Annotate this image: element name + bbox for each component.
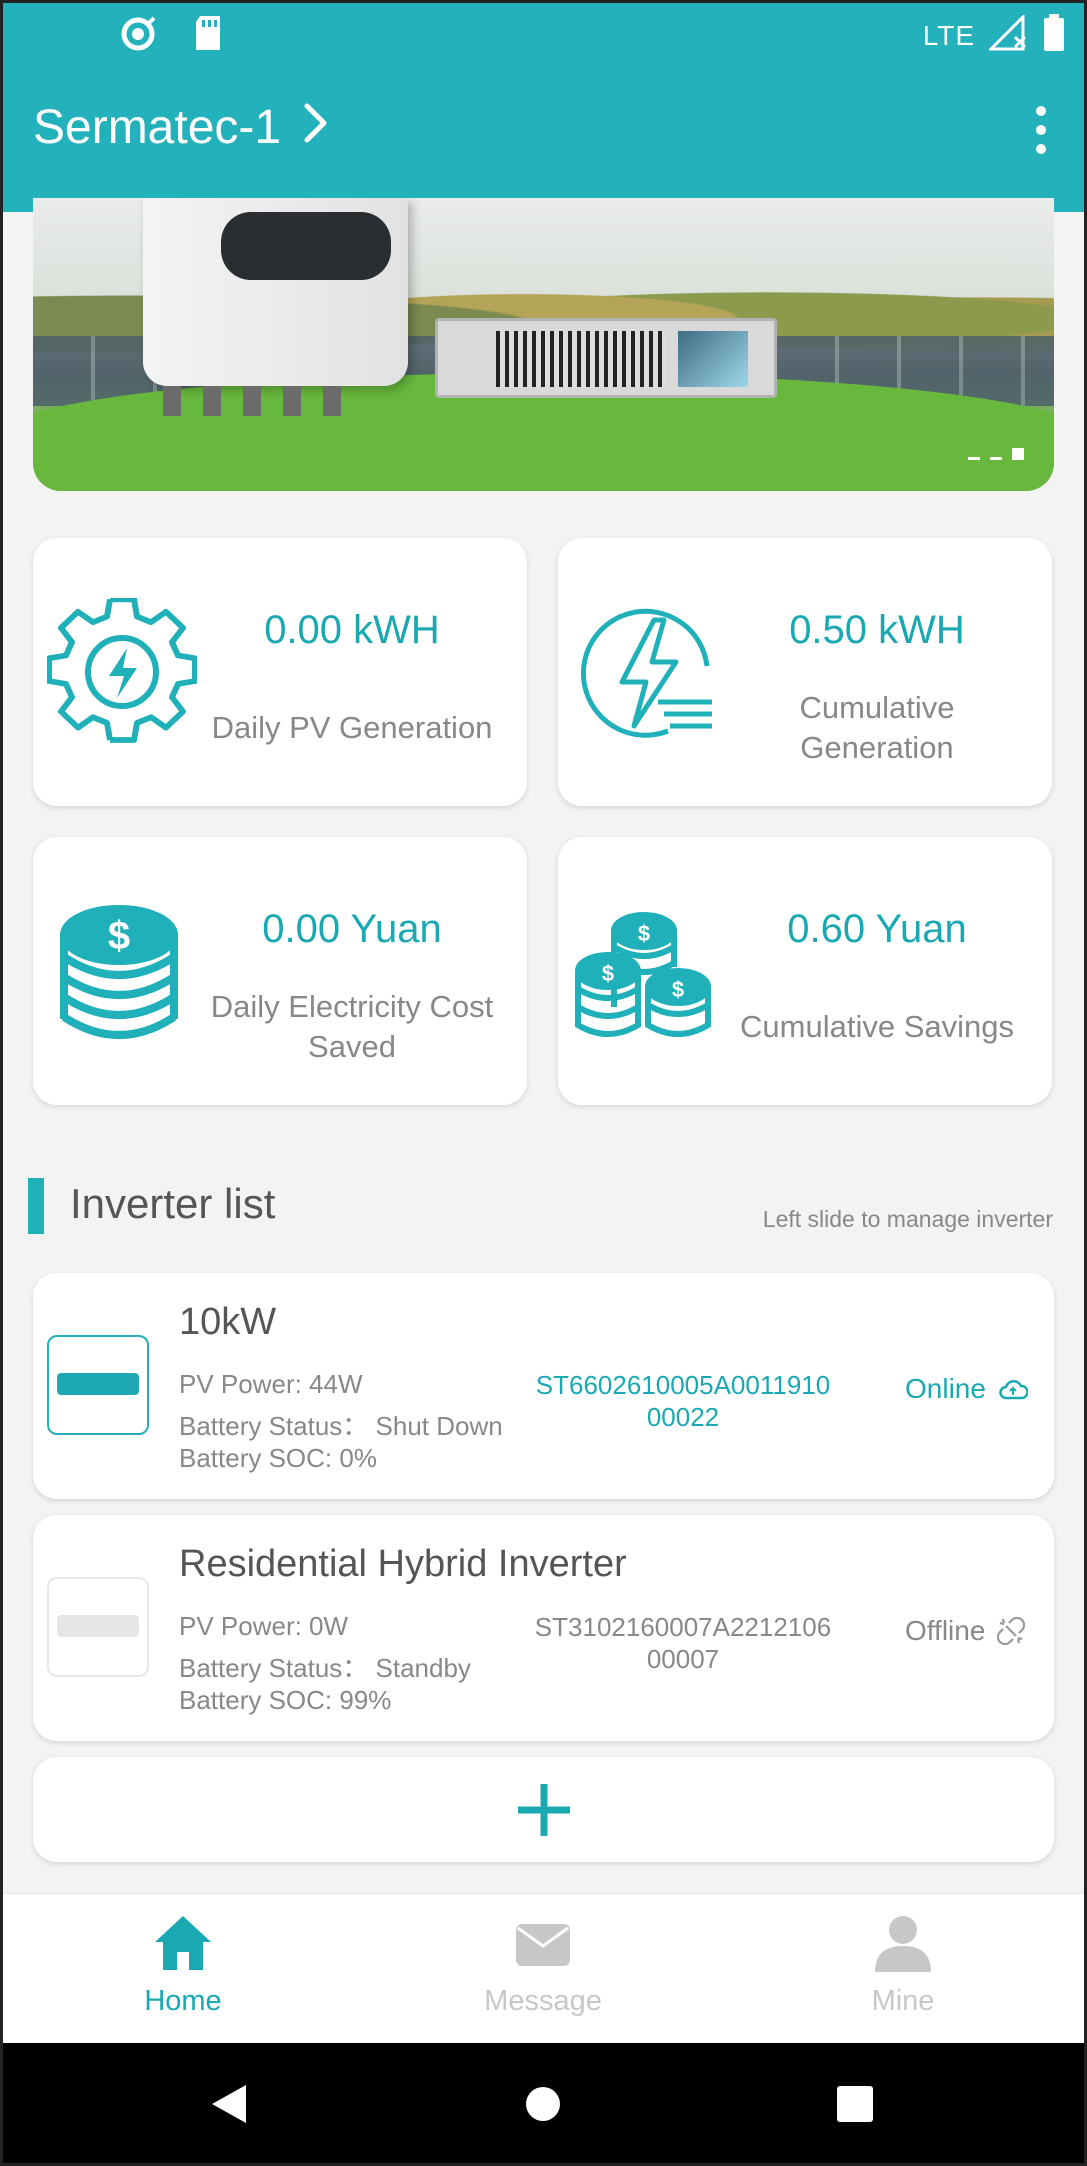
battery-status: Battery Status： Shut Down xyxy=(179,1411,503,1441)
home-circle-icon[interactable] xyxy=(525,2086,561,2122)
home-icon xyxy=(155,1916,211,1970)
inverter-serial: ST6602610005A001191000022 xyxy=(535,1370,831,1432)
cloud-icon xyxy=(999,1380,1028,1400)
battery-status: Battery Status： Standby xyxy=(179,1653,471,1683)
site-selector[interactable]: Sermatec-1 xyxy=(33,100,329,155)
sync-icon xyxy=(118,14,158,59)
nav-mine[interactable]: Mine xyxy=(803,1914,1003,2018)
system-navigation-bar xyxy=(0,2043,1087,2166)
bottom-nav: Home Message Mine xyxy=(0,1893,1087,2043)
power-bolt-icon xyxy=(580,608,712,738)
battery-soc: Battery SOC: 0% xyxy=(179,1443,377,1473)
section-accent-bar xyxy=(28,1178,44,1234)
recents-icon[interactable] xyxy=(836,2085,874,2123)
promo-banner[interactable] xyxy=(33,198,1054,491)
stat-value: 0.50 kWH xyxy=(789,608,965,652)
nav-message[interactable]: Message xyxy=(443,1914,643,2018)
envelope-icon xyxy=(516,1924,570,1966)
inverter-serial: ST3102160007A221210600007 xyxy=(534,1612,832,1674)
stat-label: Cumulative Generation xyxy=(799,690,955,765)
inverter-name: 10kW xyxy=(179,1301,277,1343)
section-hint: Left slide to manage inverter xyxy=(762,1206,1053,1232)
stat-value: 0.00 kWH xyxy=(264,608,440,652)
svg-text:$: $ xyxy=(638,921,650,946)
status-bar: LTE xyxy=(0,0,1087,66)
stat-label: Cumulative Savings xyxy=(740,1009,1014,1044)
broken-link-icon xyxy=(997,1617,1026,1645)
inverter-product-image xyxy=(143,198,408,386)
battery-soc: Battery SOC: 99% xyxy=(179,1685,392,1715)
chevron-right-icon xyxy=(303,100,329,155)
section-title: Inverter list xyxy=(70,1180,276,1227)
sd-card-icon xyxy=(192,14,224,59)
status-badge: Online xyxy=(905,1373,1028,1405)
stat-card-daily-pv[interactable]: 0.00 kWH Daily PV Generation xyxy=(33,538,527,806)
back-icon[interactable] xyxy=(210,2083,248,2125)
coins-piles-icon: $ $ $ xyxy=(575,912,711,1037)
inverter-thumbnail xyxy=(47,1577,149,1677)
battery-icon xyxy=(1043,14,1065,57)
svg-text:$: $ xyxy=(672,977,684,1002)
stat-card-cumulative-generation[interactable]: 0.50 kWH Cumulative Generation xyxy=(558,538,1052,806)
stat-value: 0.00 Yuan xyxy=(262,907,442,951)
more-options-icon[interactable] xyxy=(1031,106,1051,154)
inverter-name: Residential Hybrid Inverter xyxy=(179,1543,627,1585)
stat-label: Daily Electricity Cost Saved xyxy=(210,989,494,1064)
inverter-thumbnail xyxy=(47,1335,149,1435)
svg-text:$: $ xyxy=(108,914,130,958)
page-title: Sermatec-1 xyxy=(33,101,282,154)
coin-stack-icon: $ xyxy=(60,905,178,1039)
stat-card-cumulative-savings[interactable]: $ $ $ 0.60 Yuan Cumulative Savings xyxy=(558,837,1052,1105)
pv-power: PV Power: 44W xyxy=(179,1369,363,1399)
svg-text:$: $ xyxy=(602,961,614,986)
nav-home[interactable]: Home xyxy=(83,1914,283,2018)
battery-rack-image xyxy=(435,318,777,398)
network-type: LTE xyxy=(922,19,975,51)
stat-card-daily-cost-saved[interactable]: $ 0.00 Yuan Daily Electricity Cost Saved xyxy=(33,837,527,1105)
person-icon xyxy=(875,1916,931,1972)
signal-icon xyxy=(987,13,1029,56)
gear-bolt-icon xyxy=(47,598,197,743)
plus-icon xyxy=(517,1783,570,1836)
stat-value: 0.60 Yuan xyxy=(787,907,967,951)
pv-power: PV Power: 0W xyxy=(179,1611,349,1641)
inverter-card[interactable]: 10kW PV Power: 44W Battery Status： Shut … xyxy=(33,1273,1054,1499)
stat-label: Daily PV Generation xyxy=(211,710,493,745)
add-inverter-button[interactable] xyxy=(33,1757,1054,1862)
app-header: LTE Sermatec-1 xyxy=(0,0,1087,212)
inverter-card[interactable]: Residential Hybrid Inverter PV Power: 0W… xyxy=(33,1515,1054,1741)
status-badge: Offline xyxy=(905,1615,1026,1647)
banner-pager xyxy=(968,448,1024,460)
